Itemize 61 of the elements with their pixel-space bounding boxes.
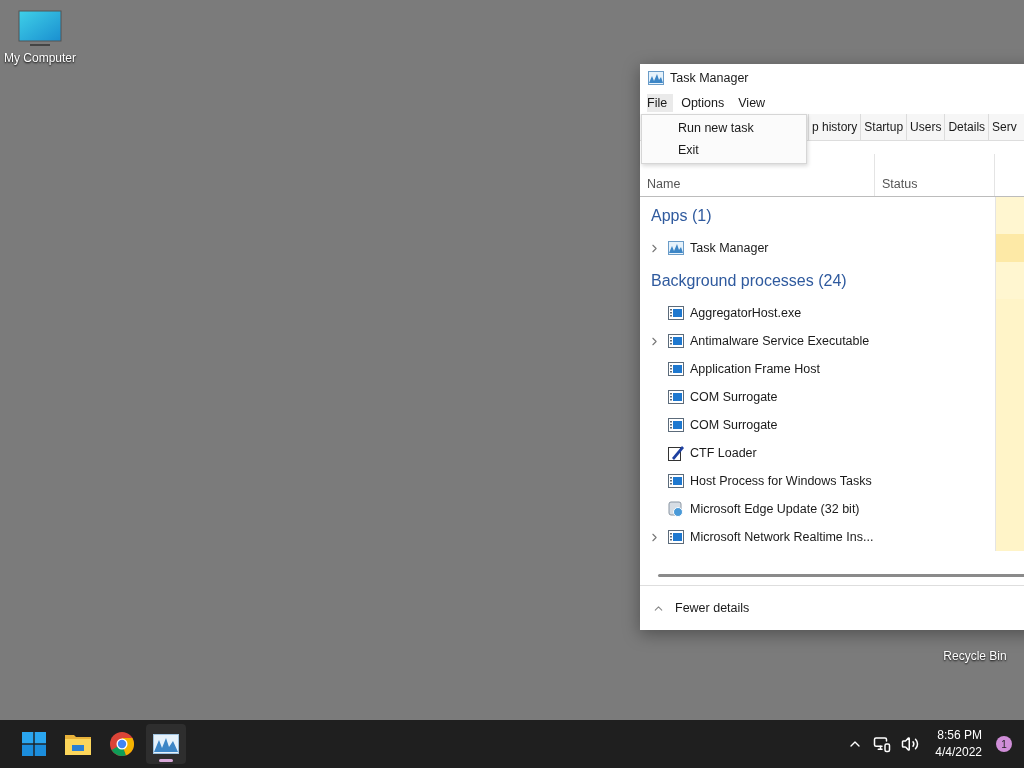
chart-icon bbox=[648, 71, 664, 85]
process-name[interactable]: COM Surrogate bbox=[690, 390, 778, 404]
window-title: Task Manager bbox=[670, 71, 749, 85]
process-row[interactable]: Application Frame Host bbox=[640, 355, 1024, 383]
desktop-icon-label[interactable]: My Computer bbox=[4, 51, 76, 65]
process-row[interactable]: Host Process for Windows Tasks bbox=[640, 467, 1024, 495]
update-icon bbox=[668, 501, 684, 517]
process-row[interactable]: AggregatorHost.exe bbox=[640, 299, 1024, 327]
tab[interactable]: Users bbox=[906, 114, 945, 140]
fewer-details-button[interactable]: Fewer details bbox=[675, 601, 750, 615]
process-name[interactable]: COM Surrogate bbox=[690, 418, 778, 432]
chart-icon bbox=[153, 734, 179, 754]
folder-icon bbox=[65, 733, 91, 755]
group-heading: Background processes (24) bbox=[650, 271, 848, 290]
desktop-icon-label[interactable]: Recycle Bin bbox=[943, 649, 1007, 663]
pen-icon bbox=[668, 445, 684, 461]
process-row[interactable]: COM Surrogate bbox=[640, 411, 1024, 439]
menu-item[interactable]: Options bbox=[681, 94, 731, 112]
process-name[interactable]: Microsoft Network Realtime Ins... bbox=[690, 530, 874, 544]
network-icon[interactable] bbox=[873, 735, 892, 753]
notification-badge[interactable]: 1 bbox=[996, 736, 1012, 752]
tab[interactable]: Details bbox=[944, 114, 989, 140]
process-name[interactable]: Microsoft Edge Update (32 bit) bbox=[690, 502, 860, 516]
window-icon bbox=[668, 474, 684, 488]
process-row[interactable]: Antimalware Service Executable bbox=[640, 327, 1024, 355]
process-row[interactable]: CTF Loader bbox=[640, 439, 1024, 467]
tab[interactable]: p history bbox=[808, 114, 861, 140]
group-heading: Apps (1) bbox=[650, 206, 713, 225]
window-icon bbox=[668, 362, 684, 376]
menu-option[interactable]: Run new task bbox=[642, 117, 806, 139]
monitor-icon bbox=[18, 10, 62, 48]
menu-option[interactable]: Exit bbox=[642, 139, 806, 161]
process-name[interactable]: AggregatorHost.exe bbox=[690, 306, 802, 320]
menu-item[interactable]: File bbox=[647, 94, 674, 112]
window-icon bbox=[668, 418, 684, 432]
browser-icon bbox=[110, 732, 134, 756]
process-name[interactable]: Antimalware Service Executable bbox=[690, 334, 870, 348]
process-name[interactable]: Application Frame Host bbox=[690, 362, 820, 376]
window-icon bbox=[668, 390, 684, 404]
process-row[interactable]: Microsoft Network Realtime Ins... bbox=[640, 523, 1024, 551]
window-icon bbox=[668, 306, 684, 320]
process-name[interactable]: Host Process for Windows Tasks bbox=[690, 474, 872, 488]
scrollbar[interactable] bbox=[658, 573, 1024, 577]
tab[interactable]: Serv bbox=[988, 114, 1020, 140]
clock[interactable]: 8:56 PM 4/4/2022 bbox=[935, 727, 982, 761]
process-row[interactable]: COM Surrogate bbox=[640, 383, 1024, 411]
process-name[interactable]: Task Manager bbox=[690, 241, 769, 255]
taskbar-button[interactable] bbox=[146, 724, 186, 764]
chart-icon bbox=[668, 241, 684, 255]
active-indicator bbox=[159, 759, 173, 762]
column-header[interactable]: Status bbox=[882, 177, 918, 191]
menu-item[interactable]: View bbox=[738, 94, 772, 112]
window-icon bbox=[668, 530, 684, 544]
process-name[interactable]: CTF Loader bbox=[690, 446, 757, 460]
tab[interactable]: Startup bbox=[860, 114, 907, 140]
volume-icon[interactable] bbox=[901, 735, 920, 753]
process-row[interactable]: Task Manager bbox=[640, 234, 1024, 262]
window-icon bbox=[668, 334, 684, 348]
column-header[interactable]: Name bbox=[647, 177, 681, 191]
windows-logo-icon bbox=[22, 732, 46, 756]
process-row[interactable]: Microsoft Edge Update (32 bit) bbox=[640, 495, 1024, 523]
